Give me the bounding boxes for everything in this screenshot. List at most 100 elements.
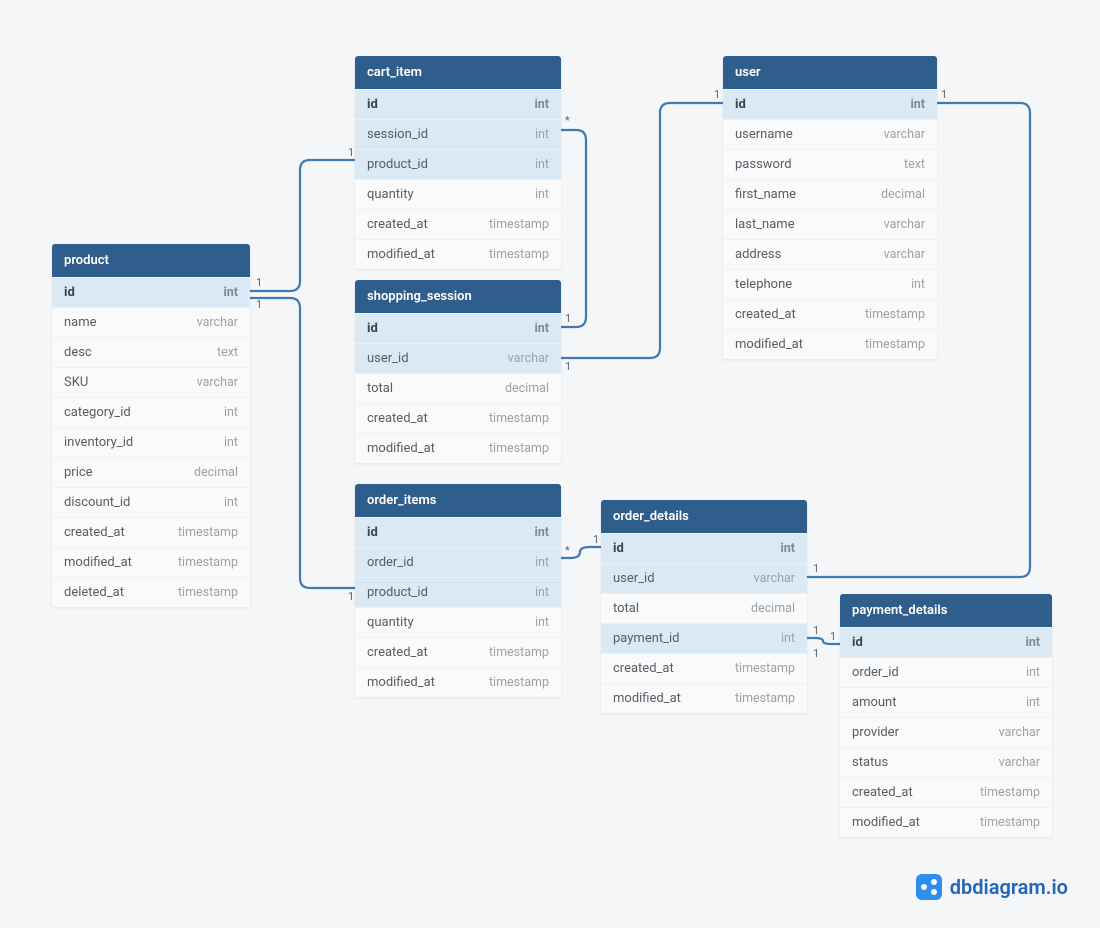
column-name: modified_at (64, 555, 132, 570)
table-row[interactable]: desctext (52, 337, 250, 367)
table-row[interactable]: pricedecimal (52, 457, 250, 487)
svg-text:1: 1 (813, 647, 819, 660)
column-type: int (1026, 665, 1040, 680)
table-row[interactable]: modified_attimestamp (52, 547, 250, 577)
table-order_details[interactable]: order_detailsidintuser_idvarchartotaldec… (601, 500, 807, 713)
column-type: int (911, 277, 925, 292)
table-row[interactable]: last_namevarchar (723, 209, 937, 239)
table-row[interactable]: first_namedecimal (723, 179, 937, 209)
table-row[interactable]: idint (840, 627, 1052, 657)
logo-text: dbdiagram.io (950, 875, 1068, 899)
column-name: product_id (367, 585, 428, 600)
table-row[interactable]: statusvarchar (840, 747, 1052, 777)
svg-text:1: 1 (348, 146, 354, 159)
column-name: deleted_at (64, 585, 124, 600)
table-shopping_session[interactable]: shopping_sessionidintuser_idvarchartotal… (355, 280, 561, 463)
table-row[interactable]: created_attimestamp (355, 637, 561, 667)
column-type: int (534, 97, 549, 112)
column-name: payment_id (613, 631, 680, 646)
table-row[interactable]: created_attimestamp (601, 653, 807, 683)
table-row[interactable]: usernamevarchar (723, 119, 937, 149)
column-name: modified_at (852, 815, 920, 830)
svg-text:1: 1 (593, 533, 599, 546)
table-row[interactable]: namevarchar (52, 307, 250, 337)
svg-text:1: 1 (941, 88, 947, 101)
column-type: int (535, 157, 549, 172)
logo: dbdiagram.io (916, 874, 1068, 900)
column-type: timestamp (489, 645, 549, 660)
table-row[interactable]: payment_idint (601, 623, 807, 653)
column-name: modified_at (367, 441, 435, 456)
table-row[interactable]: idint (601, 533, 807, 563)
table-row[interactable]: created_attimestamp (840, 777, 1052, 807)
table-user[interactable]: useridintusernamevarcharpasswordtextfirs… (723, 56, 937, 359)
column-name: id (64, 285, 75, 300)
column-type: int (535, 127, 549, 142)
column-name: order_id (852, 665, 899, 680)
table-row[interactable]: modified_attimestamp (601, 683, 807, 713)
table-row[interactable]: created_attimestamp (355, 403, 561, 433)
table-row[interactable]: amountint (840, 687, 1052, 717)
table-row[interactable]: product_idint (355, 149, 561, 179)
table-payment_details[interactable]: payment_detailsidintorder_idintamountint… (840, 594, 1052, 837)
table-row[interactable]: modified_attimestamp (355, 667, 561, 697)
table-row[interactable]: order_idint (355, 547, 561, 577)
column-type: int (224, 495, 238, 510)
table-row[interactable]: modified_attimestamp (723, 329, 937, 359)
table-row[interactable]: quantityint (355, 179, 561, 209)
table-row[interactable]: addressvarchar (723, 239, 937, 269)
table-row[interactable]: created_attimestamp (355, 209, 561, 239)
column-type: int (534, 525, 549, 540)
table-row[interactable]: category_idint (52, 397, 250, 427)
table-row[interactable]: modified_attimestamp (355, 433, 561, 463)
column-type: varchar (197, 315, 238, 330)
table-row[interactable]: idint (355, 89, 561, 119)
table-row[interactable]: SKUvarchar (52, 367, 250, 397)
table-row[interactable]: id int (355, 517, 561, 547)
table-product[interactable]: productidintnamevarchardesctextSKUvarcha… (52, 244, 250, 607)
column-type: int (224, 435, 238, 450)
table-row[interactable]: idint (52, 277, 250, 307)
table-row[interactable]: passwordtext (723, 149, 937, 179)
table-row[interactable]: totaldecimal (355, 373, 561, 403)
table-row[interactable]: totaldecimal (601, 593, 807, 623)
table-row[interactable]: discount_idint (52, 487, 250, 517)
table-row[interactable]: product_idint (355, 577, 561, 607)
table-row[interactable]: user_idvarchar (355, 343, 561, 373)
column-name: id (367, 525, 378, 540)
table-row[interactable]: modified_attimestamp (840, 807, 1052, 837)
column-name: password (735, 157, 792, 172)
table-row[interactable]: telephoneint (723, 269, 937, 299)
table-row[interactable]: inventory_idint (52, 427, 250, 457)
column-type: timestamp (178, 585, 238, 600)
table-cart_item[interactable]: cart_itemidintsession_idintproduct_idint… (355, 56, 561, 269)
table-header: order_details (601, 500, 807, 533)
table-row[interactable]: providervarchar (840, 717, 1052, 747)
table-row[interactable]: modified_attimestamp (355, 239, 561, 269)
column-name: created_at (64, 525, 125, 540)
column-type: timestamp (865, 307, 925, 322)
table-row[interactable]: quantityint (355, 607, 561, 637)
column-type: timestamp (489, 675, 549, 690)
table-row[interactable]: created_attimestamp (52, 517, 250, 547)
table-header: shopping_session (355, 280, 561, 313)
table-order_items[interactable]: order_itemsidintorder_idintproduct_idint… (355, 484, 561, 697)
column-name: user_id (367, 351, 409, 366)
svg-text:1: 1 (565, 360, 571, 373)
table-row[interactable]: user_idvarchar (601, 563, 807, 593)
table-row[interactable]: order_id int (840, 657, 1052, 687)
column-name: SKU (64, 375, 88, 390)
column-name: created_at (735, 307, 796, 322)
column-type: int (910, 97, 925, 112)
column-name: status (852, 755, 888, 770)
column-name: first_name (735, 187, 796, 202)
table-row[interactable]: session_idint (355, 119, 561, 149)
column-name: quantity (367, 187, 414, 202)
column-type: varchar (884, 127, 925, 142)
column-name: modified_at (735, 337, 803, 352)
table-row[interactable]: idint (355, 313, 561, 343)
table-row[interactable]: idint (723, 89, 937, 119)
column-type: varchar (884, 217, 925, 232)
table-row[interactable]: deleted_at timestamp (52, 577, 250, 607)
table-row[interactable]: created_at timestamp (723, 299, 937, 329)
